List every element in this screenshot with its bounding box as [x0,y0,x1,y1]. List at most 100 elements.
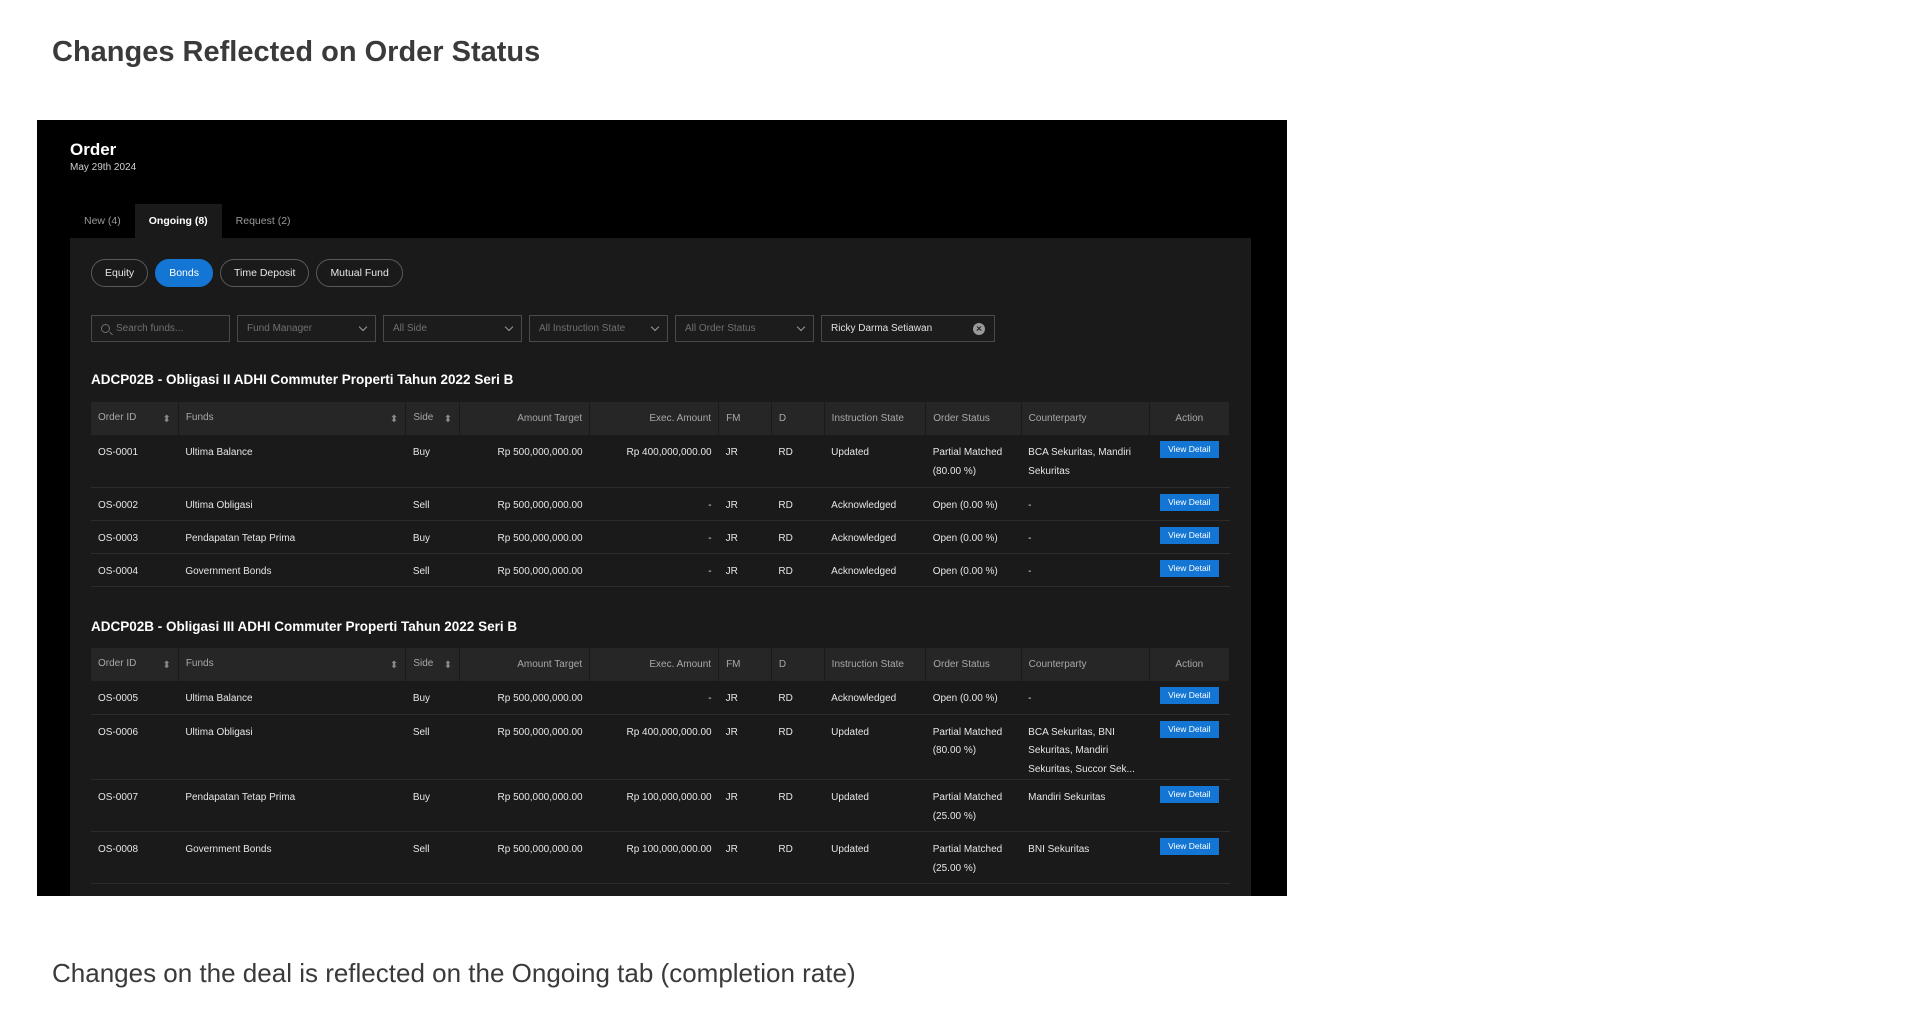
view-detail-button[interactable]: View Detail [1159,493,1219,511]
exec-amount-cell: Rp 100,000,000.00 [589,831,719,884]
instruction-state-cell: Updated [824,831,926,884]
column-header-label: Exec. Amount [649,413,712,424]
column-header-label: Counterparty [1028,659,1087,670]
fund-name-cell: Ultima Balance [178,435,406,488]
tab-request[interactable]: Request (2) [222,204,305,238]
column-header: FM [718,402,772,435]
column-header: FM [718,648,772,681]
order-status-label: All Order Status [685,323,756,334]
fund-name-cell: Government Bonds [178,553,406,587]
clear-icon[interactable] [973,322,985,335]
column-header: Amount Target [459,648,591,681]
counterparty-cell: - [1021,553,1150,587]
view-detail-button[interactable]: View Detail [1159,687,1219,704]
side-cell: Buy [405,681,460,715]
column-header: Action [1149,402,1231,435]
column-header-label: Order ID [98,658,137,669]
column-header-label: Amount Target [517,659,583,670]
order-status-cell: Open (0.00 %) [925,520,1022,554]
order-id-cell: OS-0005 [91,681,179,715]
instruction-state-select[interactable]: All Instruction State [529,315,668,342]
counterparty-cell: - [1021,681,1150,715]
d-cell: RD [771,553,825,587]
order-date: May 29th 2024 [70,162,137,173]
order-id-cell: OS-0004 [91,553,179,587]
column-header-label: Action [1175,413,1204,424]
view-detail-button[interactable]: View Detail [1159,441,1219,458]
view-detail-button[interactable]: View Detail [1159,559,1219,577]
d-cell: RD [771,487,825,521]
order-id-cell: OS-0001 [91,435,179,488]
action-cell: View Detail [1149,435,1230,488]
orders-table: Order ID Funds Side Amount Target Exec. Amou… [91,648,1231,884]
column-header[interactable]: Funds [178,648,407,681]
orders-table: Order ID Funds Side Amount Target Exec. Amou… [91,402,1231,587]
exec-amount-cell: Rp 400,000,000.00 [589,714,719,780]
fund-name-cell: Ultima Obligasi [178,714,406,780]
view-detail-button[interactable]: View Detail [1159,786,1219,803]
instruction-state-cell: Acknowledged [824,520,926,554]
column-header-label: Side [413,412,434,423]
amount-target-cell: Rp 500,000,000.00 [459,435,590,488]
amount-target-cell: Rp 500,000,000.00 [459,779,590,832]
d-cell: RD [771,435,825,488]
sort-icon[interactable] [444,414,452,425]
d-cell: RD [771,714,825,780]
amount-target-cell: Rp 500,000,000.00 [459,831,590,884]
sort-icon[interactable] [162,414,170,425]
side-cell: Buy [405,779,460,832]
column-header[interactable]: Side [405,402,461,435]
instruction-state-cell: Acknowledged [824,487,926,521]
fund-manager-label: Fund Manager [247,323,313,334]
exec-amount-cell: - [589,520,719,554]
column-header[interactable]: Funds [178,402,407,435]
person-filter[interactable]: Ricky Darma Setiawan [821,315,995,342]
order-status-cell: Partial Matched (25.00 %) [925,831,1022,884]
side-cell: Sell [405,487,460,521]
side-cell: Buy [405,435,460,488]
view-detail-button[interactable]: View Detail [1159,526,1219,544]
search-input[interactable]: Search funds... [91,315,230,342]
exec-amount-cell: - [589,487,719,521]
view-detail-button[interactable]: View Detail [1159,838,1219,855]
sort-icon[interactable] [390,414,398,425]
tab-ongoing[interactable]: Ongoing (8) [134,204,222,238]
sort-icon[interactable] [162,660,170,671]
tab-new[interactable]: New (4) [70,204,135,238]
instruction-state-cell: Updated [824,779,926,832]
column-header[interactable]: Side [405,648,461,681]
sort-icon[interactable] [444,660,452,671]
column-header: Action [1149,648,1231,681]
fm-cell: JR [718,520,772,554]
instruction-state-cell: Acknowledged [824,553,926,587]
table-row: OS-0008 Government Bonds Sell Rp 500,000,00… [91,831,1230,884]
pill-equity[interactable]: Equity [91,259,149,287]
column-header[interactable]: Order ID [91,648,179,681]
column-header-label: Action [1175,659,1204,670]
action-cell: View Detail [1149,520,1230,554]
column-header: D [771,402,825,435]
pill-bonds[interactable]: Bonds [155,259,213,287]
sort-icon[interactable] [390,660,398,671]
column-header-label: Instruction State [831,659,904,670]
view-detail-button[interactable]: View Detail [1159,720,1219,738]
search-placeholder: Search funds... [116,323,184,334]
d-cell: RD [771,520,825,554]
order-status-cell: Partial Matched (80.00 %) [925,714,1022,780]
column-header[interactable]: Order ID [91,402,179,435]
pill-mutual-fund[interactable]: Mutual Fund [316,259,403,287]
order-status-select[interactable]: All Order Status [675,315,814,342]
column-header: D [771,648,825,681]
exec-amount-cell: Rp 400,000,000.00 [589,435,719,488]
chevron-down-icon [504,322,514,332]
side-label: All Side [393,323,427,334]
table-row: OS-0004 Government Bonds Sell Rp 500,000,00… [91,553,1230,587]
asset-type-pills: Equity Bonds Time Deposit Mutual Fund [91,259,403,287]
column-header-label: Funds [185,412,214,423]
fund-manager-select[interactable]: Fund Manager [237,315,376,342]
order-status-cell: Partial Matched (80.00 %) [925,435,1022,488]
order-status-cell: Open (0.00 %) [925,681,1022,715]
side-select[interactable]: All Side [383,315,522,342]
pill-time-deposit[interactable]: Time Deposit [219,259,310,287]
counterparty-cell: BNI Sekuritas [1021,831,1150,884]
